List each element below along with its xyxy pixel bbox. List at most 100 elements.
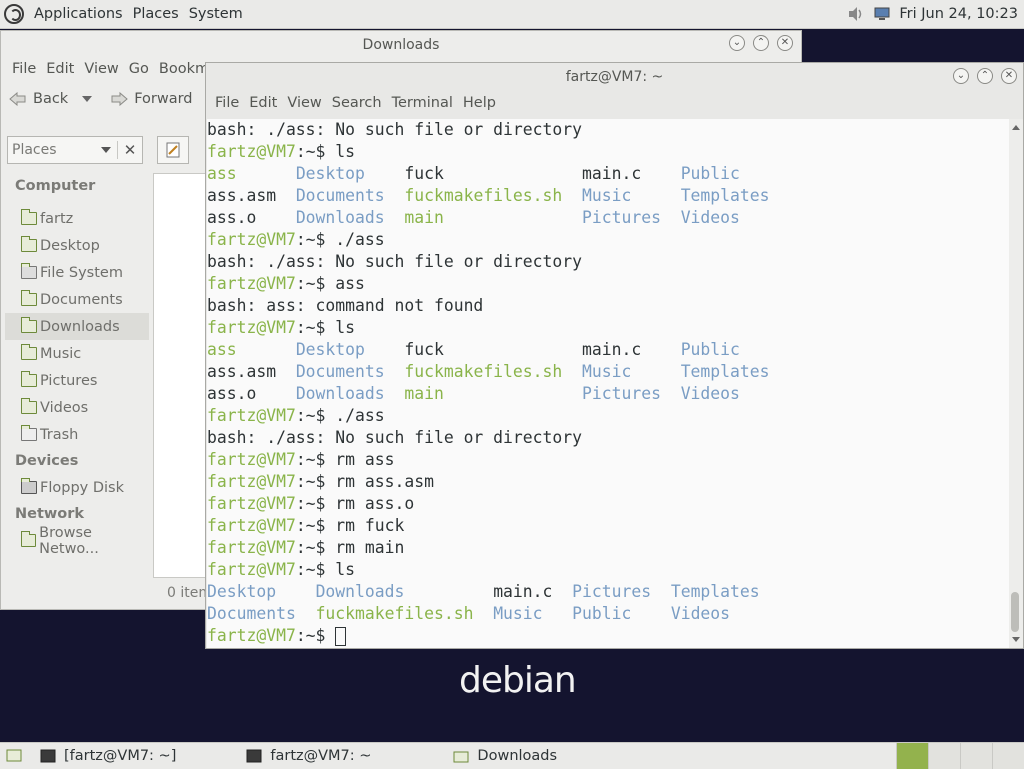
terminal-menu-edit[interactable]: Edit — [244, 95, 282, 111]
sidebar-item-pictures[interactable]: Pictures — [5, 367, 149, 394]
command-text: ls — [335, 142, 356, 161]
sidebar-item-browse-network[interactable]: Browse Netwo... — [5, 525, 149, 557]
forward-label: Forward — [134, 91, 193, 107]
desktop-folder-icon — [21, 236, 37, 252]
terminal-output-line: bash: ./ass: No such file or directory — [207, 428, 582, 447]
menu-edit[interactable]: Edit — [41, 61, 79, 77]
applications-menu[interactable]: Applications — [29, 6, 128, 22]
file-manager-menubar: File Edit View Go Bookm — [7, 61, 214, 77]
task-terminal[interactable]: fartz@VM7: ~ — [246, 743, 371, 769]
sidebar-item-floppy-disk[interactable]: Floppy Disk — [5, 474, 149, 501]
terminal-menu-terminal[interactable]: Terminal — [387, 95, 458, 111]
scroll-thumb[interactable] — [1011, 592, 1019, 632]
ls-entry: main.c — [493, 582, 573, 601]
terminal-prompt-line: fartz@VM7:~$ rm main — [207, 537, 1010, 559]
ls-entry: fuckmakefiles.sh — [404, 186, 582, 205]
ls-entry: Templates — [680, 186, 770, 205]
volume-icon[interactable] — [847, 6, 865, 22]
ls-entry: fuck — [404, 164, 582, 183]
terminal-close-button[interactable]: ✕ — [1001, 68, 1017, 84]
terminal-scrollbar[interactable] — [1009, 119, 1023, 648]
ls-output-line: ass.asm Documents fuckmakefiles.sh Music… — [207, 185, 1010, 207]
file-manager-titlebar[interactable]: Downloads ⌄ ⌃ ✕ — [1, 31, 801, 59]
command-text: rm ass.o — [335, 494, 415, 513]
terminal-title: fartz@VM7: ~ — [565, 69, 664, 85]
sidebar-item-fartz[interactable]: fartz — [5, 205, 149, 232]
sidebar-item-downloads[interactable]: Downloads — [5, 313, 149, 340]
home-folder-icon — [21, 209, 37, 225]
prompt-suffix: :~$ — [295, 538, 336, 557]
ls-output-line: ass Desktop fuck main.c Public — [207, 339, 1010, 361]
system-menu[interactable]: System — [184, 6, 248, 22]
sidebar-item-desktop[interactable]: Desktop — [5, 232, 149, 259]
prompt-suffix: :~$ — [295, 450, 336, 469]
prompt-suffix: :~$ — [295, 516, 336, 535]
ls-output-line: ass Desktop fuck main.c Public — [207, 163, 1010, 185]
terminal-prompt-line: fartz@VM7:~$ rm ass — [207, 449, 1010, 471]
main-menu: Applications Places System — [0, 0, 248, 28]
places-menu[interactable]: Places — [128, 6, 184, 22]
back-history-chevron-icon[interactable] — [82, 96, 93, 102]
menu-file[interactable]: File — [7, 61, 41, 77]
sidebar-item-documents[interactable]: Documents — [5, 286, 149, 313]
maximize-button[interactable]: ⌃ — [753, 35, 769, 51]
show-desktop-icon[interactable] — [6, 749, 22, 763]
ls-entry: fuckmakefiles.sh — [404, 362, 582, 381]
workspace-4[interactable] — [992, 743, 1024, 769]
file-manager-title: Downloads — [362, 37, 440, 53]
command-text: ass — [335, 274, 365, 293]
terminal-window: fartz@VM7: ~ ⌄ ⌃ ✕ File Edit View Search… — [205, 62, 1024, 649]
workspace-3[interactable] — [960, 743, 992, 769]
clock[interactable]: Fri Jun 24, 10:23 — [899, 6, 1018, 22]
text-cursor — [335, 627, 347, 646]
prompt-suffix: :~$ — [295, 560, 336, 579]
terminal-menu-view[interactable]: View — [282, 95, 326, 111]
terminal-output-line: bash: ./ass: No such file or directory — [207, 120, 582, 139]
back-button[interactable]: Back — [9, 91, 93, 107]
network-folder-icon — [21, 531, 37, 547]
command-text: ls — [335, 560, 356, 579]
terminal-menu-help[interactable]: Help — [458, 95, 501, 111]
terminal-maximize-button[interactable]: ⌃ — [977, 68, 993, 84]
prompt-suffix: :~$ — [295, 230, 336, 249]
sidebar-item-videos[interactable]: Videos — [5, 394, 149, 421]
sidebar-item-trash[interactable]: Trash — [5, 421, 149, 448]
minimize-button[interactable]: ⌄ — [729, 35, 745, 51]
forward-button[interactable]: Forward — [110, 91, 193, 107]
videos-folder-icon — [21, 398, 37, 414]
prompt-user: fartz@VM7 — [207, 318, 296, 337]
workspace-2[interactable] — [928, 743, 960, 769]
terminal-screen[interactable]: bash: ./ass: No such file or directory fa… — [207, 119, 1010, 648]
ls-entry: ass — [207, 164, 296, 183]
task-terminal-minimized[interactable]: [fartz@VM7: ~] — [40, 743, 176, 769]
places-combo[interactable]: Places ✕ — [7, 136, 143, 164]
terminal-minimize-button[interactable]: ⌄ — [953, 68, 969, 84]
ls-entry: Videos — [670, 604, 731, 623]
menu-view[interactable]: View — [79, 61, 123, 77]
network-icon[interactable] — [873, 6, 891, 22]
terminal-titlebar[interactable]: fartz@VM7: ~ ⌄ ⌃ ✕ — [206, 63, 1023, 91]
prompt-user: fartz@VM7 — [207, 560, 296, 579]
menu-go[interactable]: Go — [124, 61, 154, 77]
ls-entry: main — [404, 384, 582, 403]
sidebar-item-file-system[interactable]: File System — [5, 259, 149, 286]
close-pane-icon[interactable]: ✕ — [117, 141, 142, 159]
terminal-menu-file[interactable]: File — [210, 95, 244, 111]
workspace-1[interactable] — [896, 743, 928, 769]
terminal-output-line: bash: ass: command not found — [207, 296, 484, 315]
prompt-user: fartz@VM7 — [207, 274, 296, 293]
scroll-down-icon[interactable] — [1012, 637, 1020, 642]
sidebar-item-music[interactable]: Music — [5, 340, 149, 367]
back-label: Back — [33, 91, 69, 107]
music-folder-icon — [21, 344, 37, 360]
terminal-menu-search[interactable]: Search — [327, 95, 387, 111]
scroll-up-icon[interactable] — [1012, 125, 1020, 130]
edit-location-button[interactable] — [157, 136, 189, 164]
pictures-folder-icon — [21, 371, 37, 387]
distro-logo-icon[interactable] — [4, 4, 24, 24]
close-button[interactable]: ✕ — [777, 35, 793, 51]
ls-entry: Downloads — [295, 384, 405, 403]
task-downloads[interactable]: Downloads — [453, 743, 557, 769]
ls-entry: Downloads — [315, 582, 494, 601]
file-view[interactable] — [153, 173, 213, 578]
